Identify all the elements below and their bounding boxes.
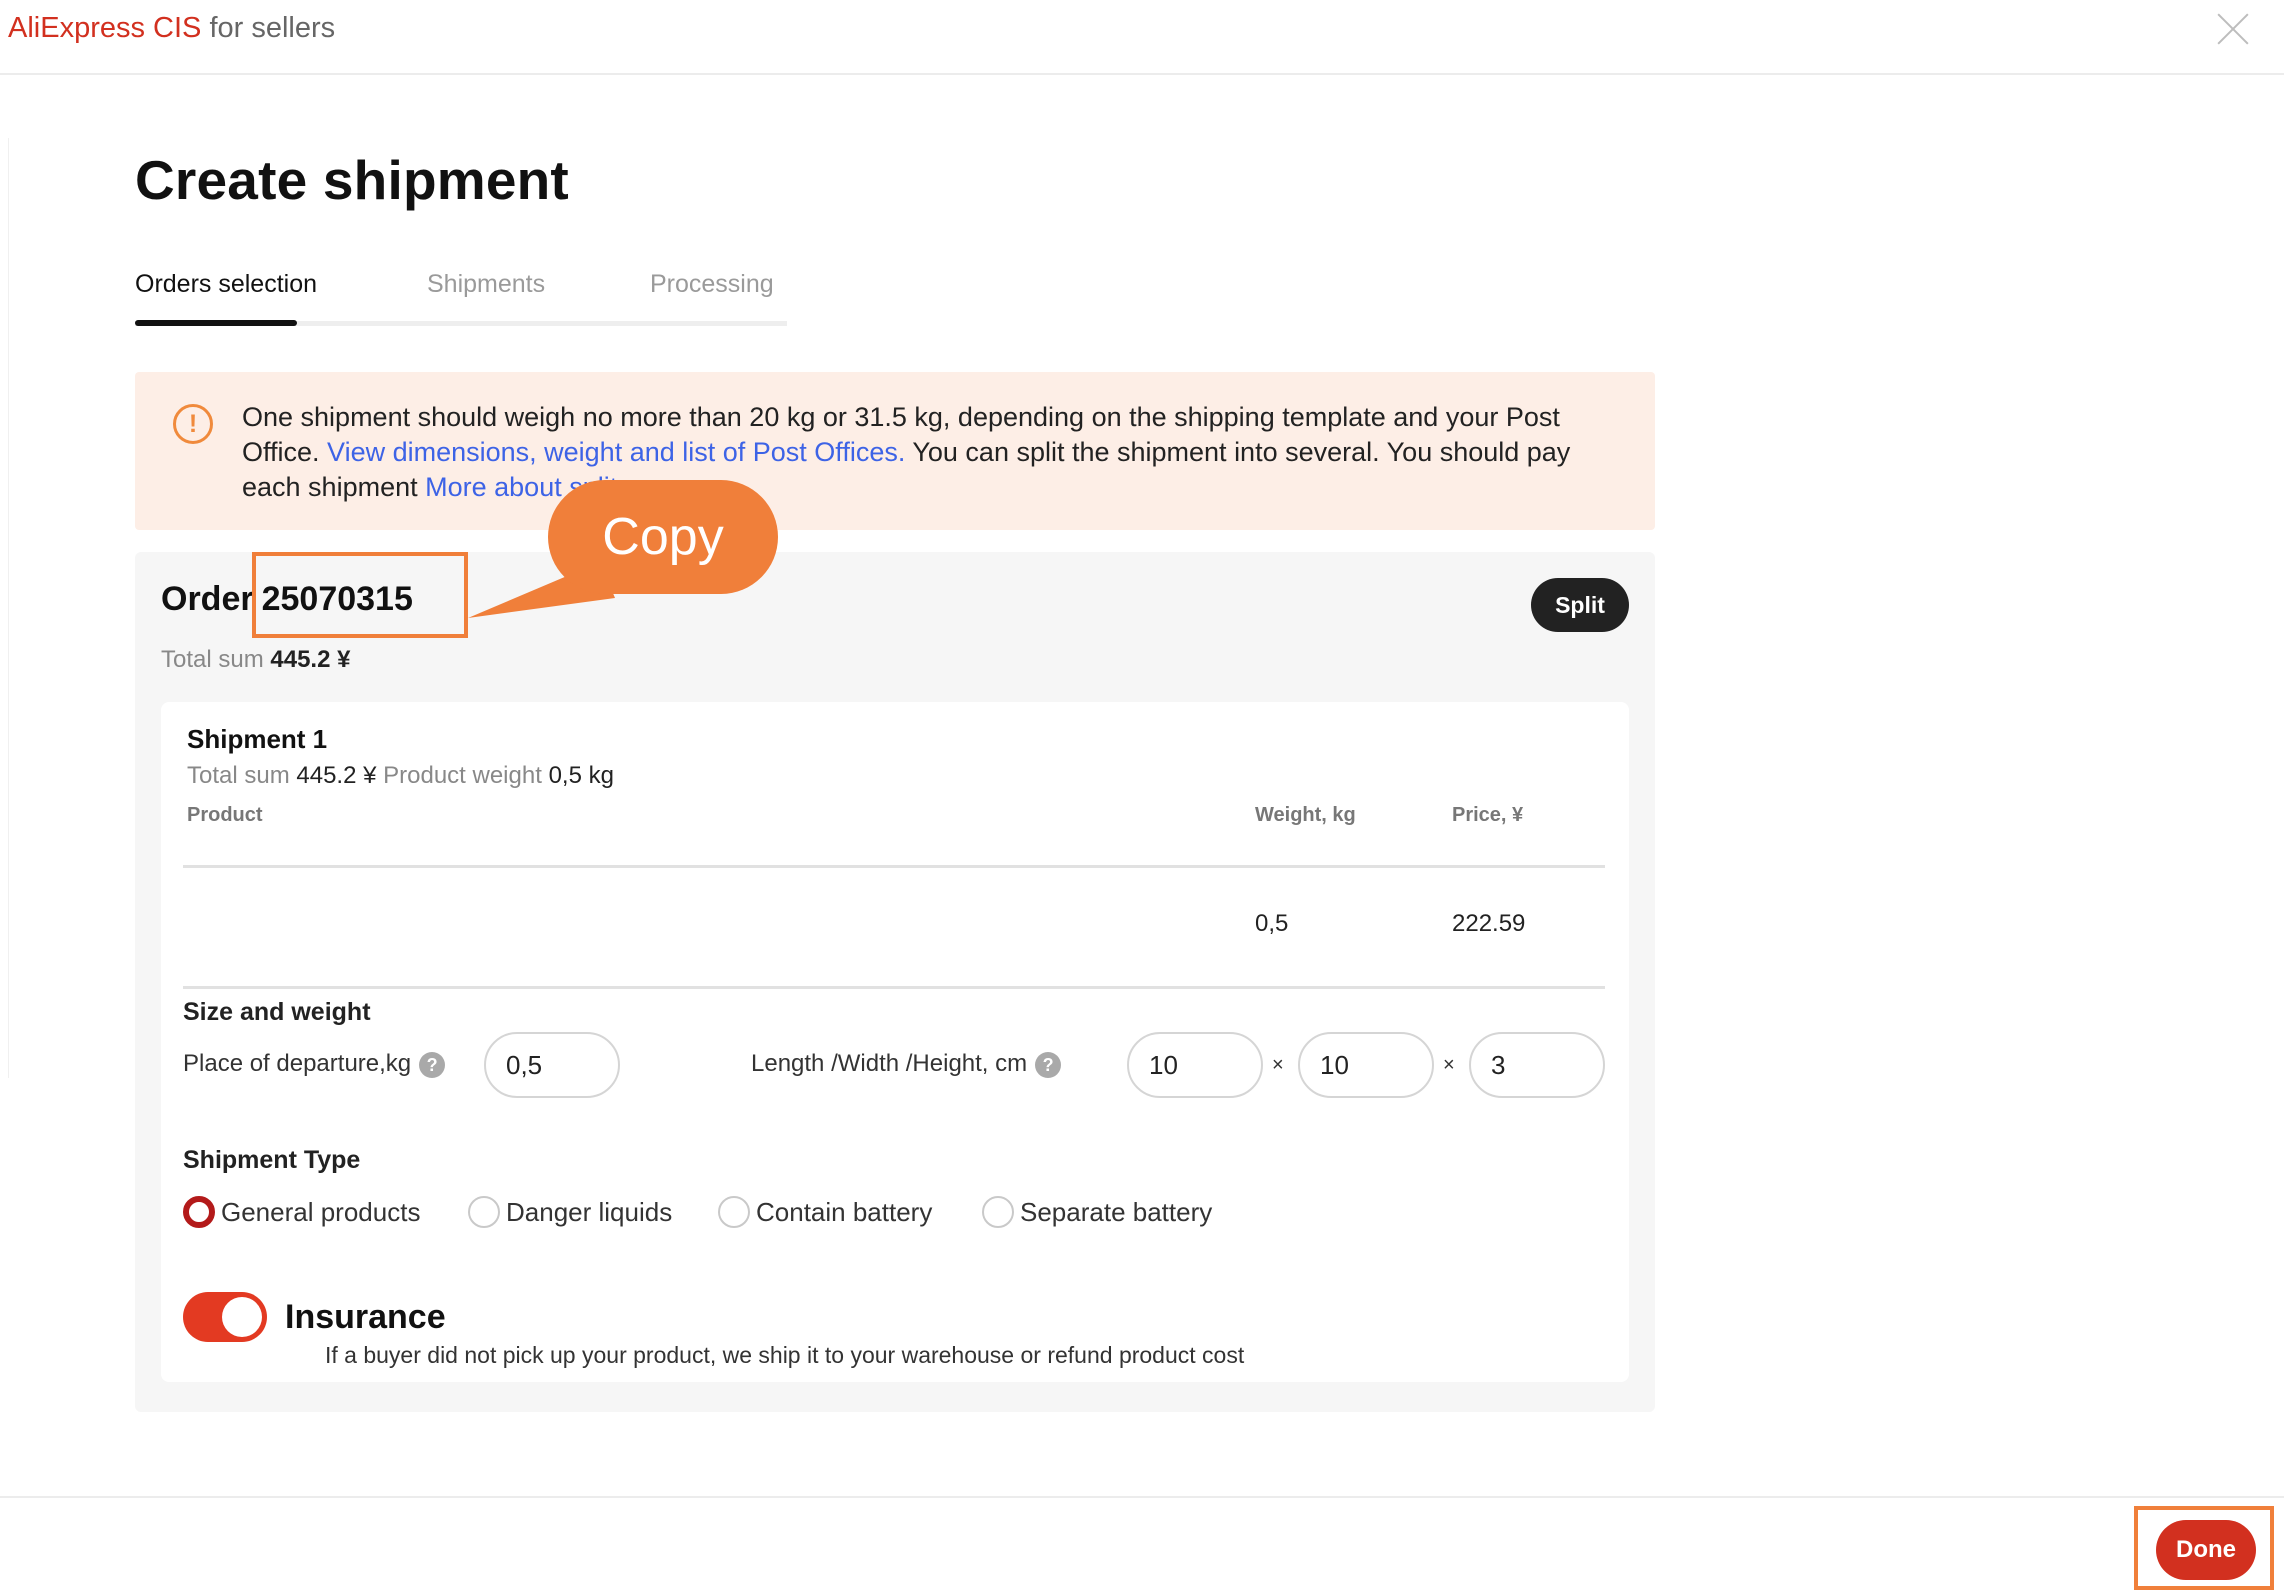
order-total-label: Total sum	[161, 646, 264, 673]
help-icon[interactable]: ?	[419, 1051, 446, 1078]
insurance-title: Insurance	[285, 1298, 446, 1336]
dimensions-label-text: Length /Width /Height, cm	[751, 1050, 1028, 1077]
page-title: Create shipment	[135, 149, 569, 211]
radio-label: Contain battery	[756, 1196, 933, 1227]
close-icon[interactable]	[2212, 8, 2254, 50]
width-input[interactable]	[1298, 1032, 1434, 1098]
shipment-weight-value: 0,5 kg	[548, 762, 614, 789]
size-weight-title: Size and weight	[183, 998, 371, 1026]
shipment-type-title: Shipment Type	[183, 1146, 361, 1174]
column-header-weight: Weight, kg	[1255, 804, 1356, 826]
order-total: Total sum 445.2 ¥	[161, 646, 350, 674]
radio-label: General products	[221, 1196, 421, 1227]
radio-danger-liquids[interactable]: Danger liquids	[468, 1196, 672, 1228]
shipment-title: Shipment 1	[187, 724, 328, 754]
insurance-toggle[interactable]	[183, 1292, 267, 1342]
brand-name: AliExpress CIS	[8, 12, 202, 44]
insurance-description: If a buyer did not pick up your product,…	[325, 1342, 1245, 1368]
order-label: Order	[161, 580, 254, 618]
warning-circle-icon: !	[173, 404, 213, 444]
radio-contain-battery[interactable]: Contain battery	[718, 1196, 932, 1228]
column-header-product: Product	[187, 804, 263, 826]
tab-processing[interactable]: Processing	[650, 270, 774, 299]
weight-cell: 0,5	[1255, 910, 1289, 937]
order-total-value: 445.2 ¥	[270, 646, 351, 673]
price-cell: 222.59	[1452, 910, 1526, 937]
radio-label: Separate battery	[1020, 1196, 1213, 1227]
radio-separate-battery[interactable]: Separate battery	[982, 1196, 1212, 1228]
dimensions-link[interactable]: View dimensions, weight and list of Post…	[327, 437, 905, 467]
help-icon[interactable]: ?	[1035, 1051, 1062, 1078]
shipment-total-value: 445.2 ¥	[296, 762, 377, 789]
order-number-highlight	[252, 552, 468, 638]
split-button[interactable]: Split	[1531, 578, 1629, 632]
dimensions-label: Length /Width /Height, cm?	[751, 1050, 1062, 1078]
copy-callout: Copy	[548, 480, 778, 594]
shipment-summary: Total sum 445.2 ¥ Product weight 0,5 kg	[187, 762, 614, 790]
column-header-price: Price, ¥	[1452, 804, 1524, 826]
radio-circle	[183, 1196, 215, 1228]
notice-text: One shipment should weigh no more than 2…	[242, 400, 1632, 505]
height-input[interactable]	[1469, 1032, 1605, 1098]
divider	[8, 138, 9, 1078]
footer-bar	[0, 1496, 2284, 1596]
shipment-weight-label: Product weight	[383, 762, 542, 789]
departure-weight-label-text: Place of departure,kg	[183, 1050, 412, 1077]
tab-shipments[interactable]: Shipments	[427, 270, 545, 299]
shipment-card: Shipment 1 Total sum 445.2 ¥ Product wei…	[161, 702, 1629, 1382]
shipment-total-label: Total sum	[187, 762, 290, 789]
radio-circle	[982, 1196, 1014, 1228]
radio-circle	[468, 1196, 500, 1228]
done-button[interactable]: Done	[2156, 1520, 2256, 1580]
toggle-knob	[222, 1297, 262, 1337]
brand-suffix: for sellers	[201, 12, 336, 44]
order-card: Order 25070315 Total sum 445.2 ¥ Split Sh…	[135, 552, 1655, 1412]
departure-weight-label: Place of departure,kg?	[183, 1050, 446, 1078]
tab-bar: Orders selection Shipments Processing	[135, 270, 787, 326]
active-tab-indicator	[135, 320, 297, 326]
radio-label: Danger liquids	[506, 1196, 673, 1227]
radio-circle	[718, 1196, 750, 1228]
tab-orders-selection[interactable]: Orders selection	[135, 270, 317, 299]
table-divider	[183, 865, 1605, 868]
brand-logo[interactable]: AliExpress CIS for sellers	[8, 10, 335, 46]
weight-notice: ! One shipment should weigh no more than…	[135, 372, 1655, 530]
radio-general-products[interactable]: General products	[183, 1196, 420, 1228]
top-bar: AliExpress CIS for sellers	[0, 0, 2284, 75]
times-sign: ×	[1443, 1054, 1455, 1076]
times-sign: ×	[1272, 1054, 1284, 1076]
table-divider	[183, 986, 1605, 989]
departure-weight-input[interactable]	[484, 1032, 620, 1098]
length-input[interactable]	[1127, 1032, 1263, 1098]
